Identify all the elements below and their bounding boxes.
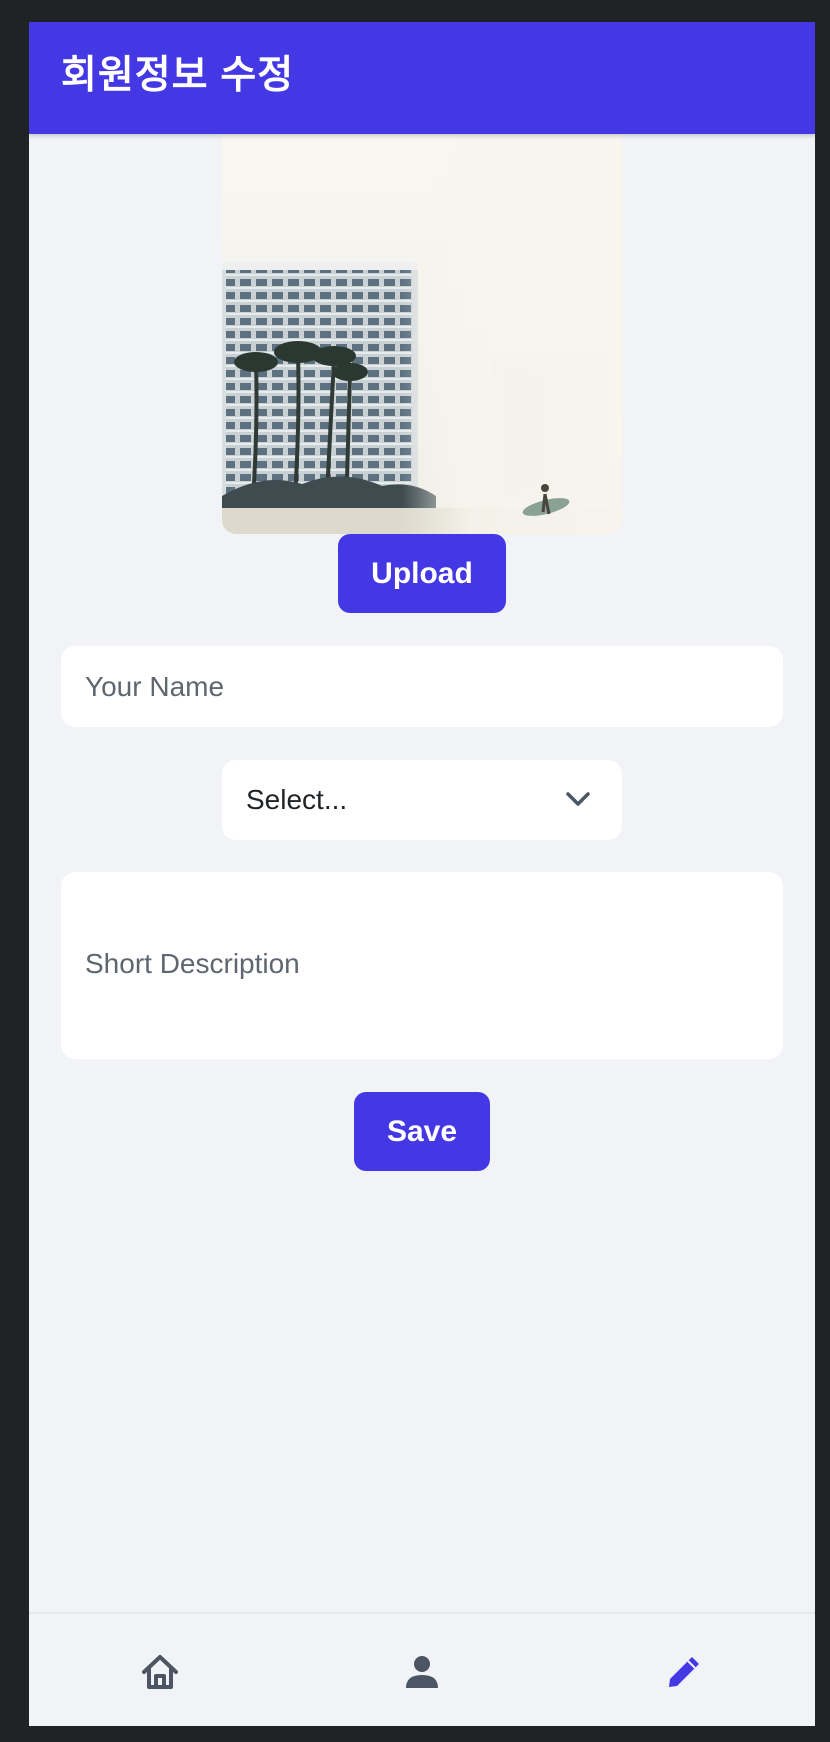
nav-home[interactable]: [130, 1642, 190, 1702]
app-screen: 회원정보 수정 Upload Your Name Select... Short…: [29, 22, 815, 1726]
home-icon: [142, 1655, 178, 1689]
upload-button[interactable]: Upload: [338, 534, 506, 613]
profile-photo-image: [222, 134, 622, 534]
page-title: 회원정보 수정: [61, 54, 295, 97]
person-icon: [406, 1656, 438, 1688]
bottom-navigation: [29, 1612, 815, 1726]
pencil-icon: [669, 1657, 699, 1687]
profile-photo: [222, 134, 622, 534]
nav-edit[interactable]: [654, 1642, 714, 1702]
nav-profile[interactable]: [392, 1642, 452, 1702]
app-header: 회원정보 수정: [29, 22, 815, 134]
save-button[interactable]: Save: [354, 1092, 490, 1171]
select-value: Select...: [246, 784, 348, 815]
name-field[interactable]: [61, 646, 783, 727]
description-field[interactable]: [61, 872, 783, 1059]
chevron-down-icon: [566, 792, 590, 806]
category-select[interactable]: Select...: [222, 760, 622, 840]
